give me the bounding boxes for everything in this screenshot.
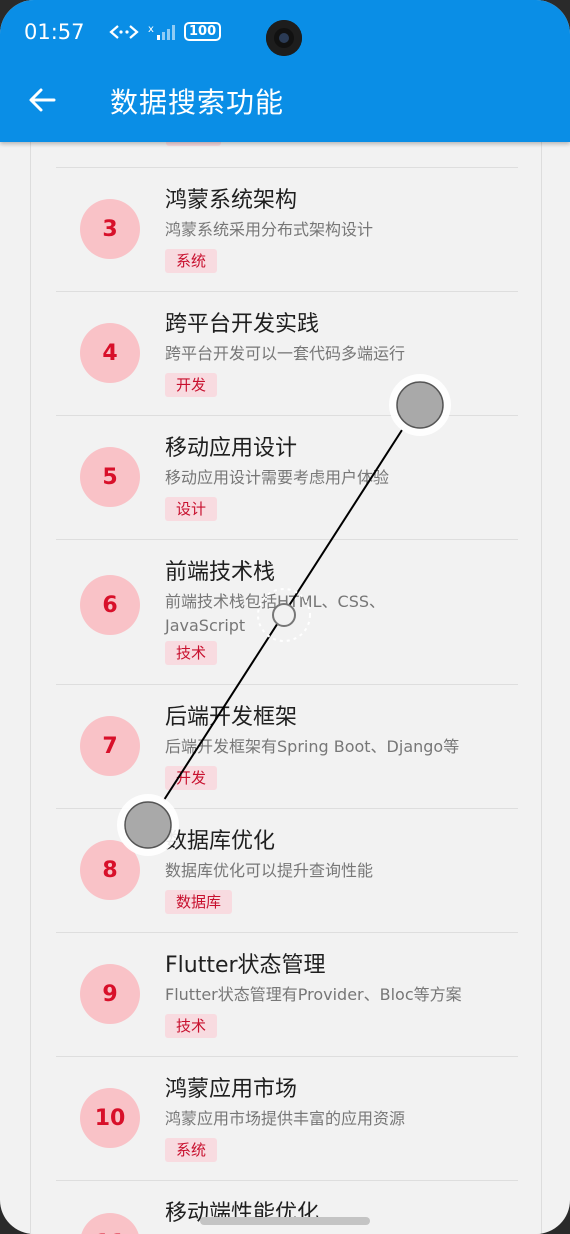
svg-text:x: x: [148, 24, 154, 35]
item-title: 数据库优化: [165, 829, 276, 854]
back-arrow-icon[interactable]: [26, 84, 58, 116]
item-description: 移动应用设计需要考虑用户体验: [165, 468, 390, 487]
item-tag: 技术: [165, 641, 218, 665]
item-description: 后端开发框架有Spring Boot、Django等: [165, 737, 460, 756]
item-description: 跨平台开发可以一套代码多端运行: [165, 344, 406, 363]
result-list[interactable]: 3 鸿蒙系统架构 鸿蒙系统采用分布式架构设计 系统 4 跨平台开发实践 跨平台开…: [30, 130, 542, 1234]
list-item[interactable]: 4 跨平台开发实践 跨平台开发可以一套代码多端运行 开发: [56, 291, 518, 416]
list-item[interactable]: 8 数据库优化 数据库优化可以提升查询性能 数据库: [56, 808, 518, 933]
list-item[interactable]: 5 移动应用设计 移动应用设计需要考虑用户体验 设计: [56, 415, 518, 540]
status-time: 01:57: [24, 20, 85, 44]
item-number-badge: 7: [80, 716, 140, 776]
item-title: 鸿蒙系统架构: [165, 188, 298, 213]
item-description: Flutter状态管理有Provider、Bloc等方案: [165, 985, 462, 1004]
item-tag: 设计: [165, 497, 218, 521]
battery-icon: 100: [184, 22, 222, 41]
item-number-badge: 3: [80, 199, 140, 259]
list-item[interactable]: 3 鸿蒙系统架构 鸿蒙系统采用分布式架构设计 系统: [56, 167, 518, 292]
item-number-badge: 6: [80, 575, 140, 635]
item-title: Flutter状态管理: [165, 953, 326, 978]
item-tag: 系统: [165, 249, 218, 273]
item-title: 鸿蒙应用市场: [165, 1077, 298, 1102]
list-item[interactable]: 7 后端开发框架 后端开发框架有Spring Boot、Django等 开发: [56, 684, 518, 809]
item-number-badge: 9: [80, 964, 140, 1024]
item-title: 前端技术栈: [165, 560, 276, 585]
item-number-badge: 11: [80, 1213, 140, 1234]
item-title: 移动应用设计: [165, 436, 298, 461]
status-icons: x 100: [108, 22, 222, 41]
item-description: 鸿蒙应用市场提供丰富的应用资源: [165, 1109, 406, 1128]
item-tag: 开发: [165, 766, 218, 790]
item-number-badge: 8: [80, 840, 140, 900]
list-item[interactable]: 11 移动端性能优化: [56, 1180, 518, 1234]
item-number-badge: 4: [80, 323, 140, 383]
item-tag: 开发: [165, 373, 218, 397]
list-item[interactable]: 10 鸿蒙应用市场 鸿蒙应用市场提供丰富的应用资源 系统: [56, 1056, 518, 1181]
page-title: 数据搜索功能: [110, 86, 285, 119]
signal-icon: x: [148, 24, 175, 40]
home-indicator[interactable]: [200, 1217, 370, 1225]
list-item[interactable]: 9 Flutter状态管理 Flutter状态管理有Provider、Bloc等…: [56, 932, 518, 1057]
data-transfer-icon: [109, 24, 139, 39]
item-tag: 技术: [165, 1014, 218, 1038]
item-description: 鸿蒙系统采用分布式架构设计: [165, 220, 374, 239]
item-tag: 数据库: [165, 890, 233, 914]
list-item[interactable]: 6 前端技术栈 前端技术栈包括HTML、CSS、JavaScript 技术: [56, 539, 518, 685]
item-description: 前端技术栈包括HTML、CSS、JavaScript: [165, 592, 386, 635]
item-number-badge: 10: [80, 1088, 140, 1148]
item-tag: 系统: [165, 1138, 218, 1162]
item-title: 后端开发框架: [165, 705, 298, 730]
app-bar: 01:57 x 100 数据搜索功能: [0, 0, 570, 142]
item-number-badge: 5: [80, 447, 140, 507]
front-camera: [266, 20, 302, 56]
item-description: 数据库优化可以提升查询性能: [165, 861, 374, 880]
phone-screen: 01:57 x 100 数据搜索功能 3 鸿蒙系统架构 鸿蒙系统采用分布式架构设…: [0, 0, 570, 1234]
item-title: 跨平台开发实践: [165, 312, 320, 337]
